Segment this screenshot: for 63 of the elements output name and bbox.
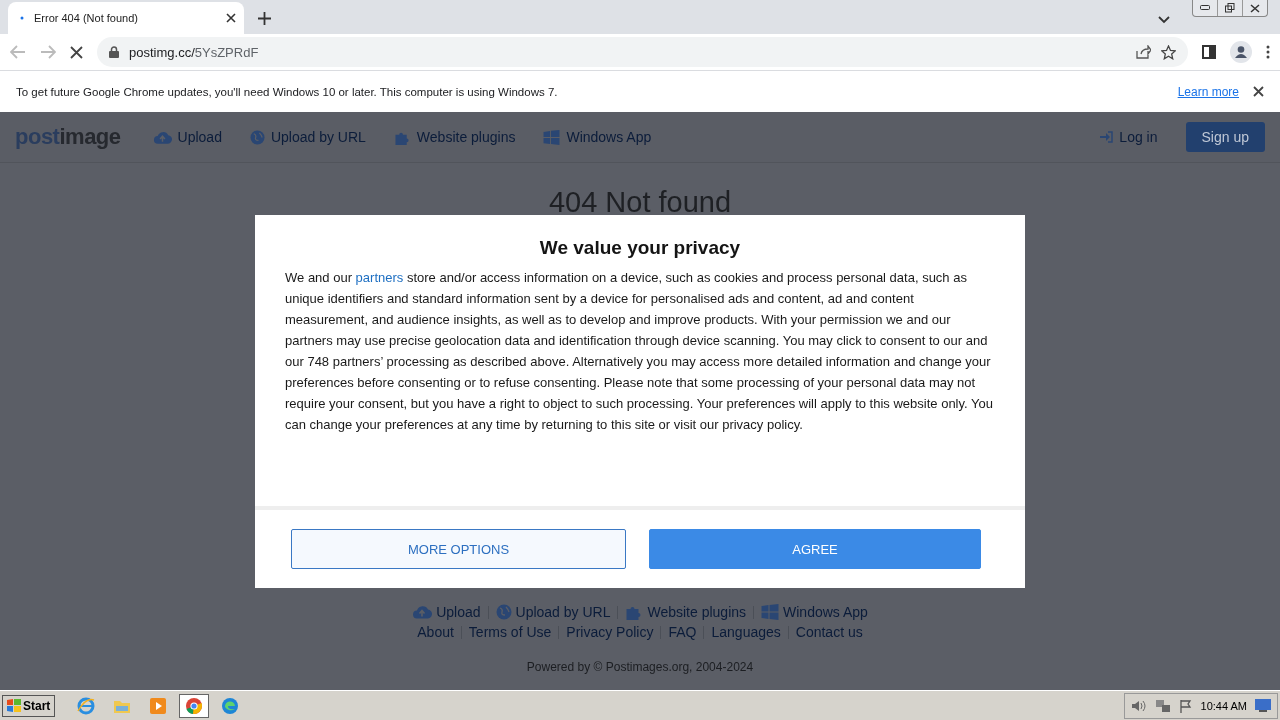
windows-icon	[761, 604, 780, 620]
speaker-icon[interactable]	[1130, 698, 1147, 713]
more-options-button[interactable]: MORE OPTIONS	[291, 529, 626, 569]
footer-link[interactable]: Contact us	[795, 624, 863, 640]
url-text: postimg.cc/5YsZPRdF	[129, 44, 260, 60]
footer-link[interactable]: Upload	[412, 604, 481, 620]
lock-icon	[109, 46, 119, 58]
restore-icon	[1225, 3, 1235, 13]
login-icon	[1100, 131, 1114, 143]
menu-icon[interactable]	[1266, 45, 1270, 59]
edge-icon	[221, 696, 240, 715]
footer-link[interactable]: Website plugins	[625, 604, 747, 620]
nav-link[interactable]: Website plugins	[393, 129, 516, 145]
media-player-icon	[149, 696, 168, 715]
partners-link[interactable]: partners	[355, 270, 404, 285]
globe-icon	[249, 129, 265, 145]
minimize-icon	[1200, 5, 1210, 11]
agree-button[interactable]: AGREE	[649, 529, 981, 569]
footer-link[interactable]: Terms of Use	[468, 624, 552, 640]
nav-link[interactable]: Upload by URL	[249, 129, 366, 145]
start-button[interactable]: Start	[2, 694, 56, 717]
chevron-down-icon[interactable]	[1158, 16, 1170, 24]
flag-icon[interactable]	[1178, 698, 1193, 713]
clock-text: 10:44 AM	[1200, 699, 1247, 712]
globe-icon	[495, 604, 512, 620]
taskbar-app-button[interactable]	[179, 693, 210, 718]
stop-icon[interactable]	[70, 45, 83, 59]
learn-more-link[interactable]: Learn more	[1177, 84, 1239, 99]
star-icon[interactable]	[1161, 44, 1176, 60]
nav-link[interactable]: Upload	[152, 129, 222, 145]
footer-link[interactable]: Upload by URL	[495, 604, 611, 620]
desktop-icon[interactable]	[1255, 699, 1271, 712]
cloud-upload-icon	[412, 604, 433, 620]
footer-link[interactable]: Languages	[711, 624, 781, 640]
cloud-upload-icon	[152, 129, 172, 145]
close-icon[interactable]	[226, 13, 236, 23]
close-icon[interactable]	[1253, 86, 1264, 97]
footer-link[interactable]: FAQ	[668, 624, 697, 640]
chrome-icon	[185, 696, 204, 715]
network-icon[interactable]	[1154, 698, 1171, 713]
footer-link[interactable]: About	[417, 624, 454, 640]
tab-title: Error 404 (Not found)	[34, 12, 139, 24]
sign-up-button[interactable]: Sign up	[1185, 122, 1265, 152]
nav-link[interactable]: Windows App	[543, 129, 652, 145]
copyright-text: Powered by © Postimages.org, 2004-2024	[526, 660, 754, 674]
windows-flag-icon	[7, 699, 21, 712]
loading-icon	[20, 16, 24, 20]
close-icon	[1250, 3, 1260, 13]
update-message: To get future Google Chrome updates, you'll need Windows 10 or later. This computer is using Windows 7.	[16, 85, 559, 98]
profile-icon[interactable]	[1230, 41, 1252, 63]
browser-tab[interactable]: Error 404 (Not found)	[8, 2, 244, 34]
share-icon[interactable]	[1136, 45, 1151, 59]
footer-link[interactable]: Privacy Policy	[566, 624, 654, 640]
internet-explorer-icon	[77, 696, 96, 715]
login-link[interactable]: Log in	[1100, 129, 1158, 145]
windows-icon	[543, 129, 561, 145]
footer-link[interactable]: Windows App	[761, 604, 868, 620]
address-bar[interactable]: postimg.cc/5YsZPRdF	[97, 37, 1188, 67]
side-panel-icon[interactable]	[1202, 45, 1216, 59]
plus-icon[interactable]	[258, 11, 271, 25]
consent-text: We and our partners store and/or access information on a device, such as cookies and process personal data, such as unique identifiers and standard information sent by a device for personalised ads and content, ad and content measurement, and audience insights, as well as to develop and improve products. With your permission we and our partners may use precise geolocation data and identification through device scanning. You may click to consent to our and our 748 partners’ processing as described above. Alternatively you may access more detailed information and change your preferences before consenting or to refuse consenting. Please note that some processing of your personal data may not require your consent, but you have a right to object to such processing. Your preferences will apply to this website only. You can change your preferences at any time by returning to this site or visit our privacy policy.	[285, 269, 994, 434]
error-heading: 404 Not found	[548, 189, 732, 216]
dialog-title: We value your privacy	[538, 237, 742, 259]
